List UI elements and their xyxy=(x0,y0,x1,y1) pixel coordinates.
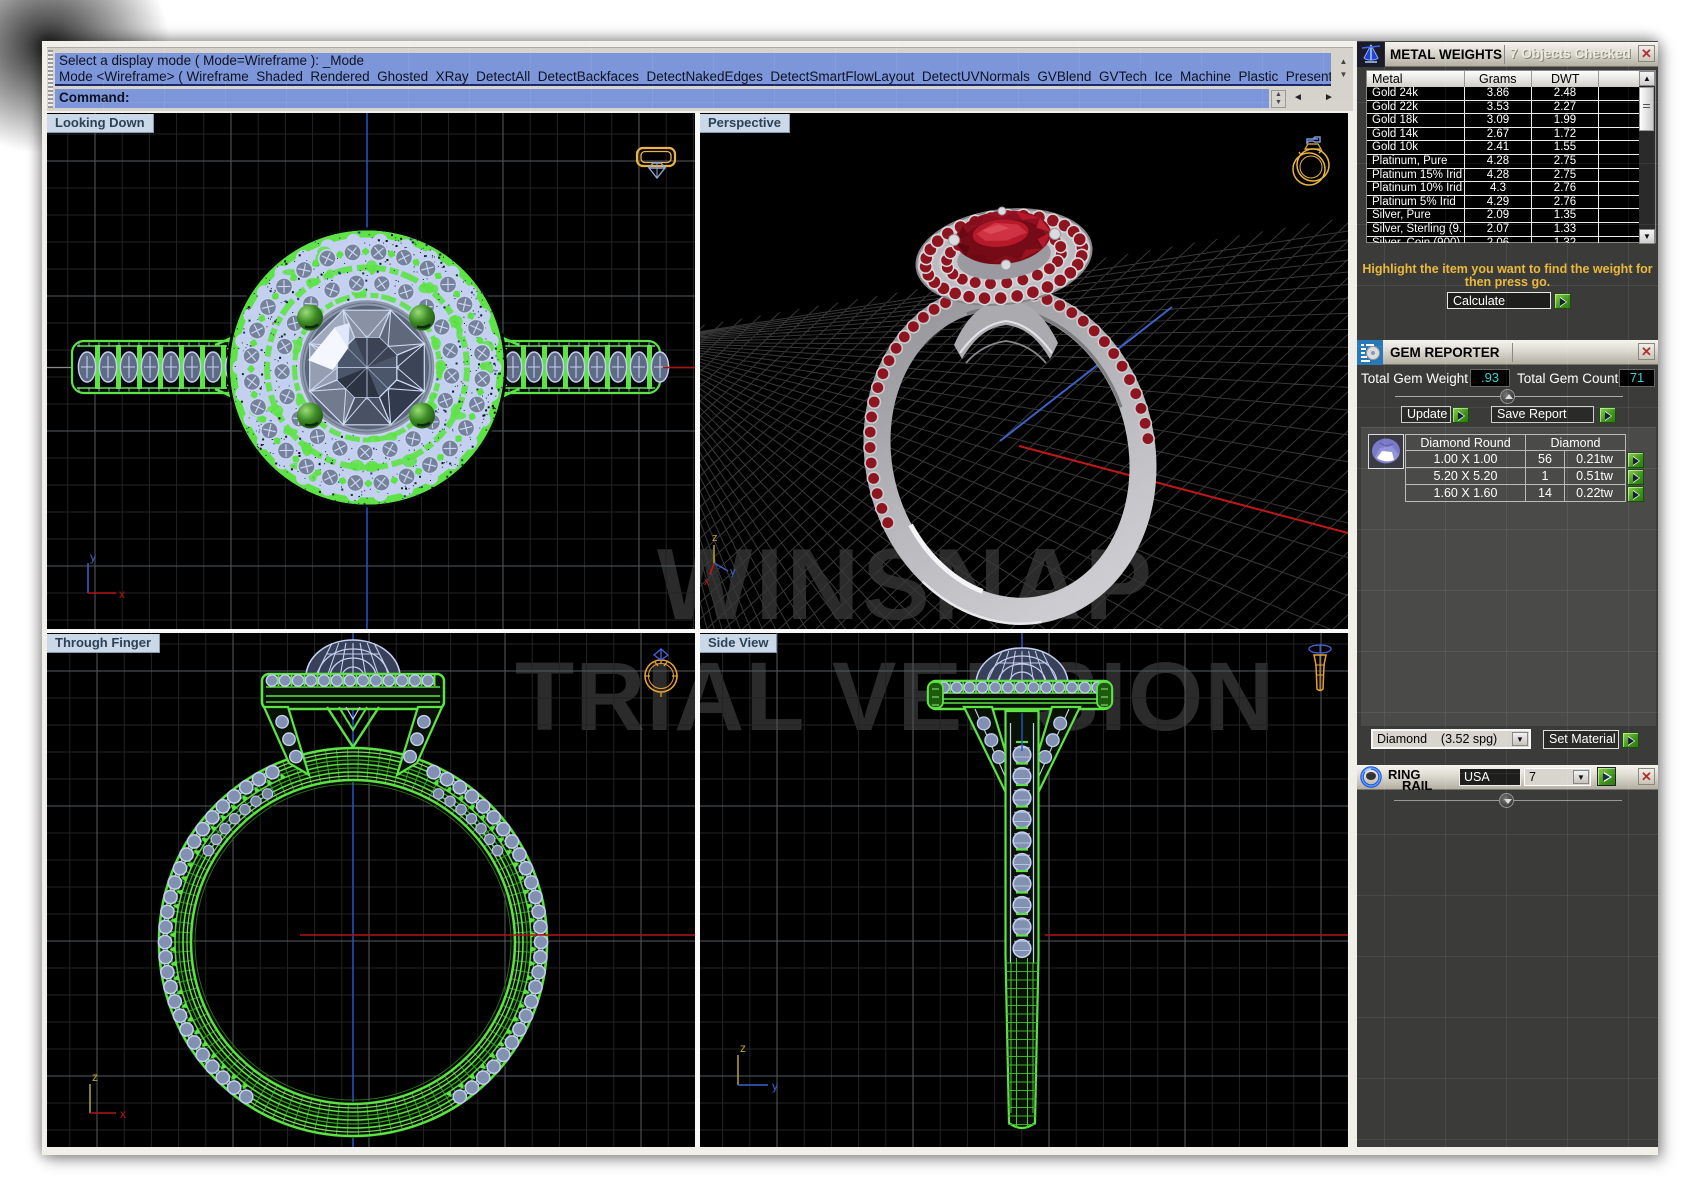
svg-text:x: x xyxy=(120,1107,126,1121)
svg-text:z: z xyxy=(712,532,718,544)
svg-text:y: y xyxy=(772,1079,778,1093)
svg-text:y: y xyxy=(90,550,96,564)
svg-text:z: z xyxy=(740,1041,746,1055)
svg-text:z: z xyxy=(92,1070,98,1084)
svg-text:x: x xyxy=(119,587,125,601)
svg-text:y: y xyxy=(730,566,736,578)
svg-text:x: x xyxy=(704,576,710,588)
